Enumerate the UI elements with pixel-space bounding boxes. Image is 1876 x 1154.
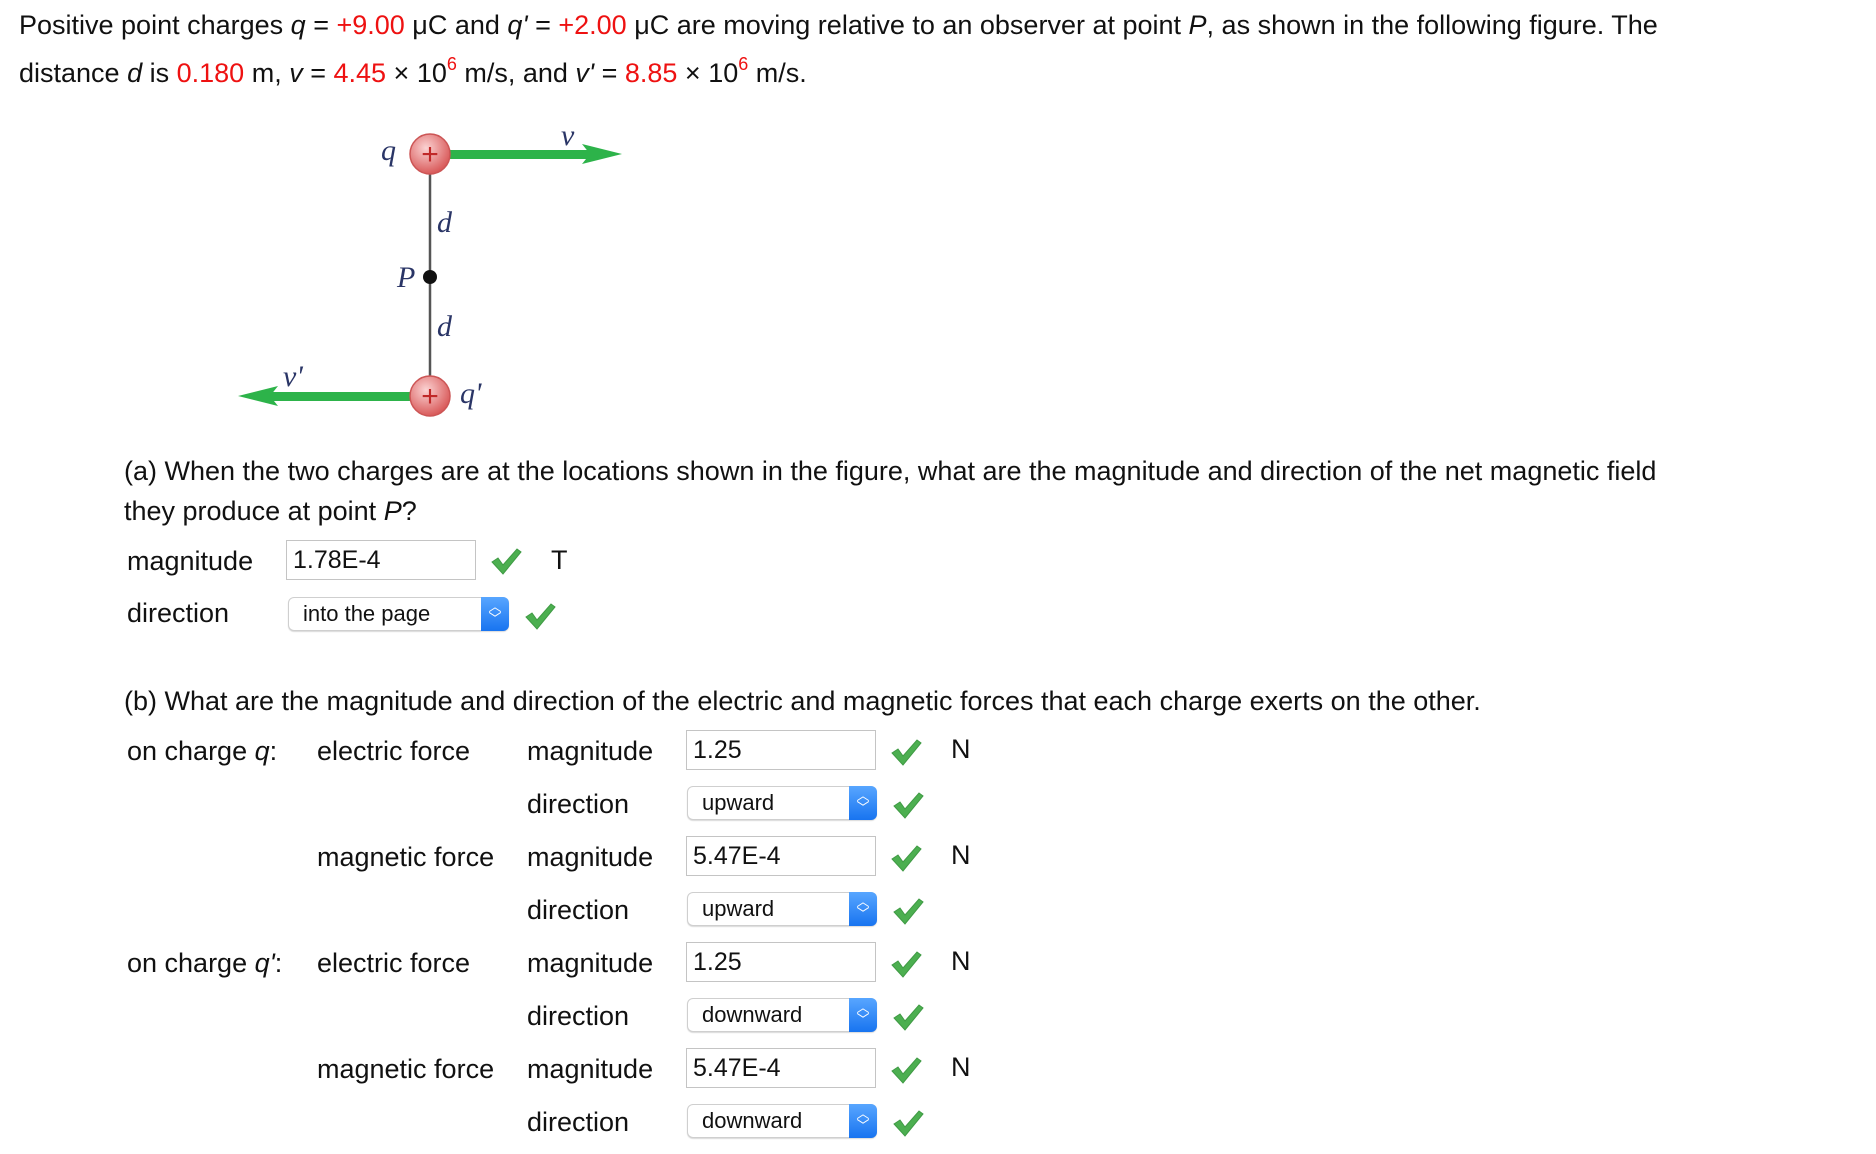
selected-value: upward — [702, 790, 775, 815]
updown-chevron-icon: ︿ ﹀ — [849, 1104, 877, 1138]
part-a-question-cont: they produce at point P? — [124, 496, 417, 527]
magnitude-label: magnitude — [127, 546, 254, 576]
updown-chevron-icon: ︿ ﹀ — [849, 786, 877, 820]
selected-value: upward — [702, 896, 775, 921]
checkmark-icon — [491, 548, 522, 575]
unit-label: N — [951, 840, 971, 870]
text: : — [269, 736, 278, 766]
checkmark-icon — [525, 603, 556, 630]
charges-figure: + + q v d P d v' q' — [238, 119, 622, 417]
magnitude-label: magnitude — [527, 948, 654, 978]
direction-label: direction — [527, 1001, 630, 1031]
force-direction-select[interactable]: downward ︿ ﹀ — [687, 998, 877, 1032]
direction-label: direction — [527, 895, 630, 925]
checkmark-icon — [893, 792, 924, 819]
checkmark-icon — [893, 1110, 924, 1137]
text: ? — [401, 496, 417, 526]
label-v: v — [561, 119, 575, 152]
label-q: q — [381, 134, 396, 167]
force-magnitude-input[interactable]: 5.47E-4 — [686, 1048, 876, 1088]
charge-var: q — [254, 736, 270, 766]
label-v-prime: v' — [283, 360, 303, 393]
force-type-label: magnetic force — [317, 1054, 495, 1084]
unit-label: N — [951, 1052, 971, 1082]
checkmark-icon — [891, 739, 922, 766]
force-direction-select[interactable]: downward ︿ ﹀ — [687, 1104, 877, 1138]
updown-chevron-icon: ︿ ﹀ — [481, 597, 509, 631]
unit-label: N — [951, 946, 971, 976]
charge-label: on charge q': — [127, 948, 282, 979]
direction-label: direction — [127, 598, 230, 628]
direction-label: direction — [527, 789, 630, 819]
plus-sign: + — [421, 138, 439, 171]
unit-label: N — [951, 734, 971, 764]
var-P: P — [383, 496, 402, 526]
velocity-arrow-v-prime — [270, 392, 415, 401]
unit-label: T — [551, 545, 568, 575]
magnitude-label: magnitude — [527, 842, 654, 872]
force-type-label: magnetic force — [317, 842, 495, 872]
checkmark-icon — [893, 1004, 924, 1031]
label-d: d — [437, 310, 453, 343]
force-type-label: electric force — [317, 736, 471, 766]
part-a-question: (a) When the two charges are at the loca… — [124, 456, 1657, 486]
charge-label: on charge q: — [127, 736, 277, 767]
force-type-label: electric force — [317, 948, 471, 978]
updown-chevron-icon: ︿ ﹀ — [849, 892, 877, 926]
updown-chevron-icon: ︿ ﹀ — [849, 998, 877, 1032]
point-P — [423, 270, 437, 284]
checkmark-icon — [891, 951, 922, 978]
selected-value: into the page — [303, 601, 431, 626]
force-direction-select[interactable]: upward ︿ ﹀ — [687, 786, 877, 820]
selected-value: downward — [702, 1108, 803, 1133]
magnitude-label: magnitude — [527, 736, 654, 766]
label-q-prime: q' — [460, 377, 482, 410]
charge-var: q' — [254, 948, 275, 978]
text: : — [274, 948, 283, 978]
force-magnitude-input[interactable]: 1.25 — [686, 730, 876, 770]
text: on charge — [127, 948, 255, 978]
force-magnitude-input[interactable]: 1.25 — [686, 942, 876, 982]
label-P: P — [396, 261, 415, 294]
label-d: d — [437, 206, 453, 239]
checkmark-icon — [891, 1057, 922, 1084]
plus-sign: + — [421, 380, 439, 413]
text: on charge — [127, 736, 255, 766]
text: they produce at point — [124, 496, 384, 526]
magnitude-label: magnitude — [527, 1054, 654, 1084]
force-magnitude-input[interactable]: 5.47E-4 — [686, 836, 876, 876]
checkmark-icon — [893, 898, 924, 925]
force-direction-select[interactable]: upward ︿ ﹀ — [687, 892, 877, 926]
direction-label: direction — [527, 1107, 630, 1137]
checkmark-icon — [891, 845, 922, 872]
selected-value: downward — [702, 1002, 803, 1027]
field-direction-select[interactable]: into the page ︿ ﹀ — [288, 597, 509, 631]
field-magnitude-input[interactable]: 1.78E-4 — [286, 540, 476, 580]
part-b-question: (b) What are the magnitude and direction… — [124, 686, 1481, 716]
